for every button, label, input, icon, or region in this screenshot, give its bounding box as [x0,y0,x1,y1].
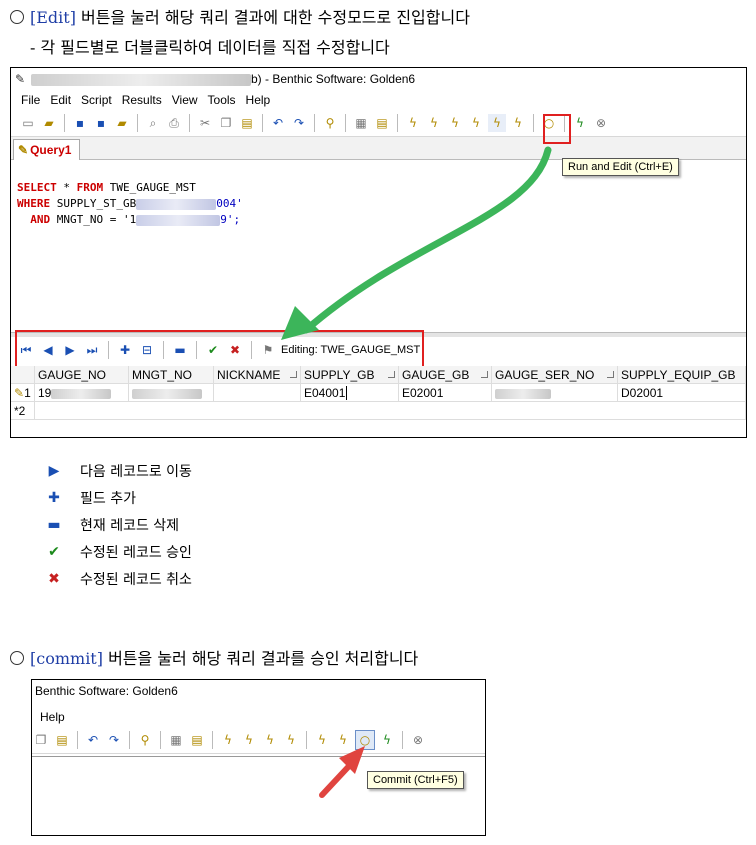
legend-approve: ✔ 수정된 레코드 승인 [46,542,192,562]
section1-subline: - 각 필드별로 더블클릭하여 데이터를 직접 수정합니다 [30,38,390,57]
red-arrow [319,746,365,798]
circle-bullet-icon [10,650,24,665]
section1-heading: [Edit] 버튼을 눌러 해당 쿼리 결과에 대한 수정모드로 진입합니다 [10,4,470,28]
next-record-icon: ▶ [48,463,60,479]
approve-icon: ✔ [48,544,60,560]
legend-add-field: ✚ 필드 추가 [46,488,136,508]
cancel-icon: ✖ [48,571,60,587]
commit-keyword: commit [36,649,97,668]
circle-bullet-icon [10,9,24,24]
section2-heading: [commit] 버튼을 눌러 해당 쿼리 결과를 승인 처리합니다 [10,645,418,669]
legend-cancel: ✖ 수정된 레코드 취소 [46,569,192,589]
section2-text: 버튼을 눌러 해당 쿼리 결과를 승인 처리합니다 [102,649,419,668]
legend-delete-record: ▬ 현재 레코드 삭제 [47,517,180,534]
golden6-window-edit: ✎ b) - Benthic Software: Golden6 File Ed… [10,67,747,438]
add-field-icon: ✚ [48,490,60,506]
edit-keyword: Edit [36,8,70,27]
golden6-window-commit: Benthic Software: Golden6 Help ❐ ▤ ↶ ↷ ⚲… [31,679,486,836]
green-arrow [281,146,552,340]
delete-record-icon: ▬ [47,517,61,533]
legend-next-record: ▶ 다음 레코드로 이동 [46,461,192,481]
section1-text: 버튼을 눌러 해당 쿼리 결과에 대한 수정모드로 진입합니다 [75,8,470,27]
